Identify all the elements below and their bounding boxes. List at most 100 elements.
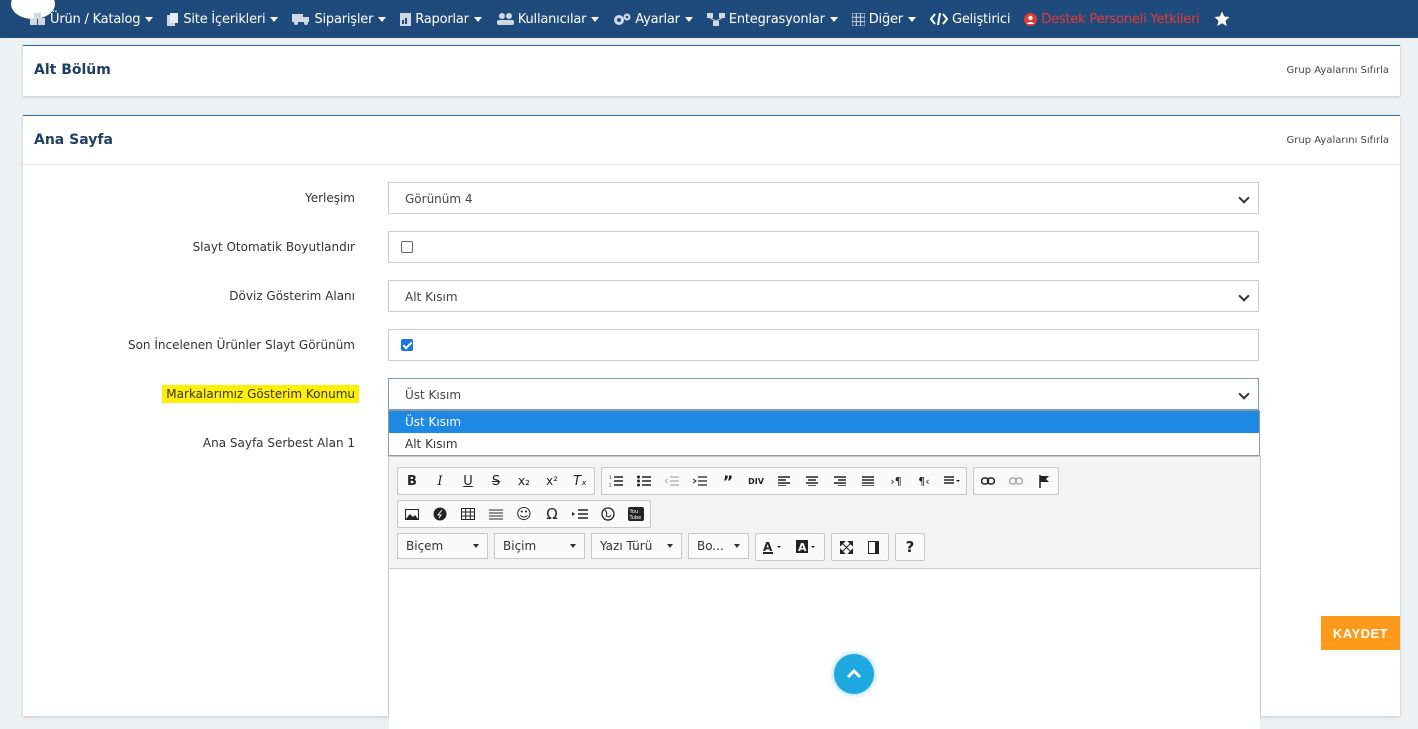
help-icon[interactable]: ? (896, 534, 924, 560)
top-navbar: Ürün / Katalog Site İçerikleri Siparişle… (0, 0, 1418, 38)
text-color-icon[interactable]: A (756, 534, 790, 560)
svg-text:1: 1 (609, 475, 612, 480)
anchor-flag-icon[interactable] (1030, 468, 1058, 494)
users-icon (496, 13, 514, 25)
chevron-down-icon (1238, 192, 1250, 204)
align-left-icon[interactable] (770, 468, 798, 494)
combo-label: Biçim (503, 539, 537, 553)
underline-icon[interactable]: U (454, 468, 482, 494)
editor-content-area[interactable] (389, 568, 1260, 729)
nav-item-site-icerikleri[interactable]: Site İçerikleri (167, 11, 279, 27)
favorites-star[interactable] (1214, 11, 1234, 27)
copy-icon (167, 12, 179, 26)
markalar-select[interactable]: Üst Kısım (388, 378, 1259, 410)
dropdown-option-ust-kisim[interactable]: Üst Kısım (389, 411, 1259, 433)
globe-icon[interactable] (594, 501, 622, 527)
nav-item-destek-personeli[interactable]: Destek Personeli Yetkileri (1024, 12, 1200, 27)
nav-item-urun-katalog[interactable]: Ürün / Katalog (30, 12, 154, 27)
special-char-icon[interactable]: Ω (538, 501, 566, 527)
reset-group-link[interactable]: Grup Ayalarını Sıfırla (1287, 65, 1389, 76)
table-icon[interactable] (454, 501, 482, 527)
panel-title: Ana Sayfa (34, 132, 113, 148)
format-combo[interactable]: Biçim (494, 533, 585, 559)
caret-down-icon (270, 16, 279, 22)
superscript-icon[interactable]: x² (538, 468, 566, 494)
caret-down-icon (907, 16, 916, 22)
sitemap-icon (706, 12, 725, 26)
align-center-icon[interactable] (798, 468, 826, 494)
font-size-combo[interactable]: Bo... (688, 533, 749, 559)
horizontal-rule-icon[interactable] (482, 501, 510, 527)
chevron-down-icon (1238, 290, 1250, 302)
nav-item-diger[interactable]: Diğer (851, 12, 916, 27)
youtube-icon[interactable]: You Tube (622, 501, 650, 527)
ltr-icon[interactable]: ›¶ (882, 468, 910, 494)
language-icon[interactable] (938, 468, 966, 494)
nav-item-gelistirici[interactable]: Geliştirici (929, 11, 1011, 27)
italic-icon[interactable]: I (426, 468, 454, 494)
caret-down-icon (591, 16, 600, 22)
grid-icon (851, 12, 865, 26)
yerlesim-label: Yerleşim (304, 191, 355, 205)
nav-item-label: Kullanıcılar (517, 11, 587, 27)
yerlesim-select[interactable]: Görünüm 4 (388, 182, 1259, 214)
markalar-dropdown-list: Üst Kısım Alt Kısım (388, 410, 1260, 456)
background-color-icon[interactable]: A (790, 534, 824, 560)
nav-item-ayarlar[interactable]: Ayarlar (613, 12, 693, 27)
caret-down-icon (473, 16, 482, 22)
smiley-icon[interactable]: ☺ (510, 501, 538, 527)
nav-item-raporlar[interactable]: Raporlar (400, 12, 482, 27)
caret-down-icon (145, 16, 154, 22)
outdent-icon[interactable] (658, 468, 686, 494)
flash-icon[interactable] (426, 501, 454, 527)
blockquote-icon[interactable]: ” (714, 468, 742, 494)
indent-icon[interactable] (686, 468, 714, 494)
slayt-checkbox[interactable] (401, 241, 413, 253)
link-icon[interactable] (974, 468, 1002, 494)
report-icon (400, 12, 412, 26)
caret-down-icon (667, 544, 673, 548)
nav-item-entegrasyonlar[interactable]: Entegrasyonlar (706, 12, 838, 27)
unlink-icon[interactable] (1002, 468, 1030, 494)
save-button[interactable]: KAYDET (1321, 616, 1400, 650)
caret-down-icon (570, 544, 576, 548)
select-value: Görünüm 4 (405, 192, 473, 206)
reset-group-link[interactable]: Grup Ayalarını Sıfırla (1287, 135, 1389, 146)
caret-down-icon (734, 544, 740, 548)
select-value: Üst Kısım (405, 388, 462, 402)
chevron-up-icon (846, 669, 862, 679)
align-right-icon[interactable] (826, 468, 854, 494)
bold-icon[interactable]: B (398, 468, 426, 494)
nav-item-siparisler[interactable]: Siparişler (292, 12, 387, 27)
div-container-icon[interactable]: DIV (742, 468, 770, 494)
page-break-icon[interactable] (566, 501, 594, 527)
font-combo[interactable]: Yazı Türü (591, 533, 682, 559)
select-value: Alt Kısım (405, 290, 458, 304)
nav-item-label: Site İçerikleri (183, 11, 266, 27)
son-incelenen-checkbox[interactable] (401, 339, 413, 351)
scroll-to-top-button[interactable] (834, 654, 874, 694)
nav-item-label: Geliştirici (951, 11, 1011, 27)
remove-format-icon[interactable]: Tₓ (566, 468, 594, 494)
slayt-label: Slayt Otomatik Boyutlandır (192, 240, 355, 254)
style-combo[interactable]: Biçem (397, 533, 488, 559)
maximize-icon[interactable] (832, 534, 860, 560)
serbest-alan-label: Ana Sayfa Serbest Alan 1 (202, 436, 355, 450)
dropdown-option-alt-kisim[interactable]: Alt Kısım (389, 433, 1259, 455)
markalar-label: Markalarımız Gösterim Konumu (162, 385, 359, 403)
boxes-icon (30, 13, 45, 25)
rtl-icon[interactable]: ¶‹ (910, 468, 938, 494)
subscript-icon[interactable]: x₂ (510, 468, 538, 494)
nav-item-label: Raporlar (415, 11, 469, 27)
editor-toolbar-row-1: B I U S x₂ x² Tₓ 12 ” DIV ›¶ ¶‹ (397, 467, 1059, 495)
bulleted-list-icon[interactable] (630, 468, 658, 494)
align-justify-icon[interactable] (854, 468, 882, 494)
editor-toolbar-row-3: Biçem Biçim Yazı Türü Bo... A A ? (397, 533, 925, 561)
strikethrough-icon[interactable]: S (482, 468, 510, 494)
doviz-label: Döviz Gösterim Alanı (229, 289, 355, 303)
doviz-select[interactable]: Alt Kısım (388, 280, 1259, 312)
numbered-list-icon[interactable]: 12 (602, 468, 630, 494)
show-blocks-icon[interactable] (860, 534, 888, 560)
image-icon[interactable] (398, 501, 426, 527)
nav-item-kullanicilar[interactable]: Kullanıcılar (496, 11, 600, 27)
